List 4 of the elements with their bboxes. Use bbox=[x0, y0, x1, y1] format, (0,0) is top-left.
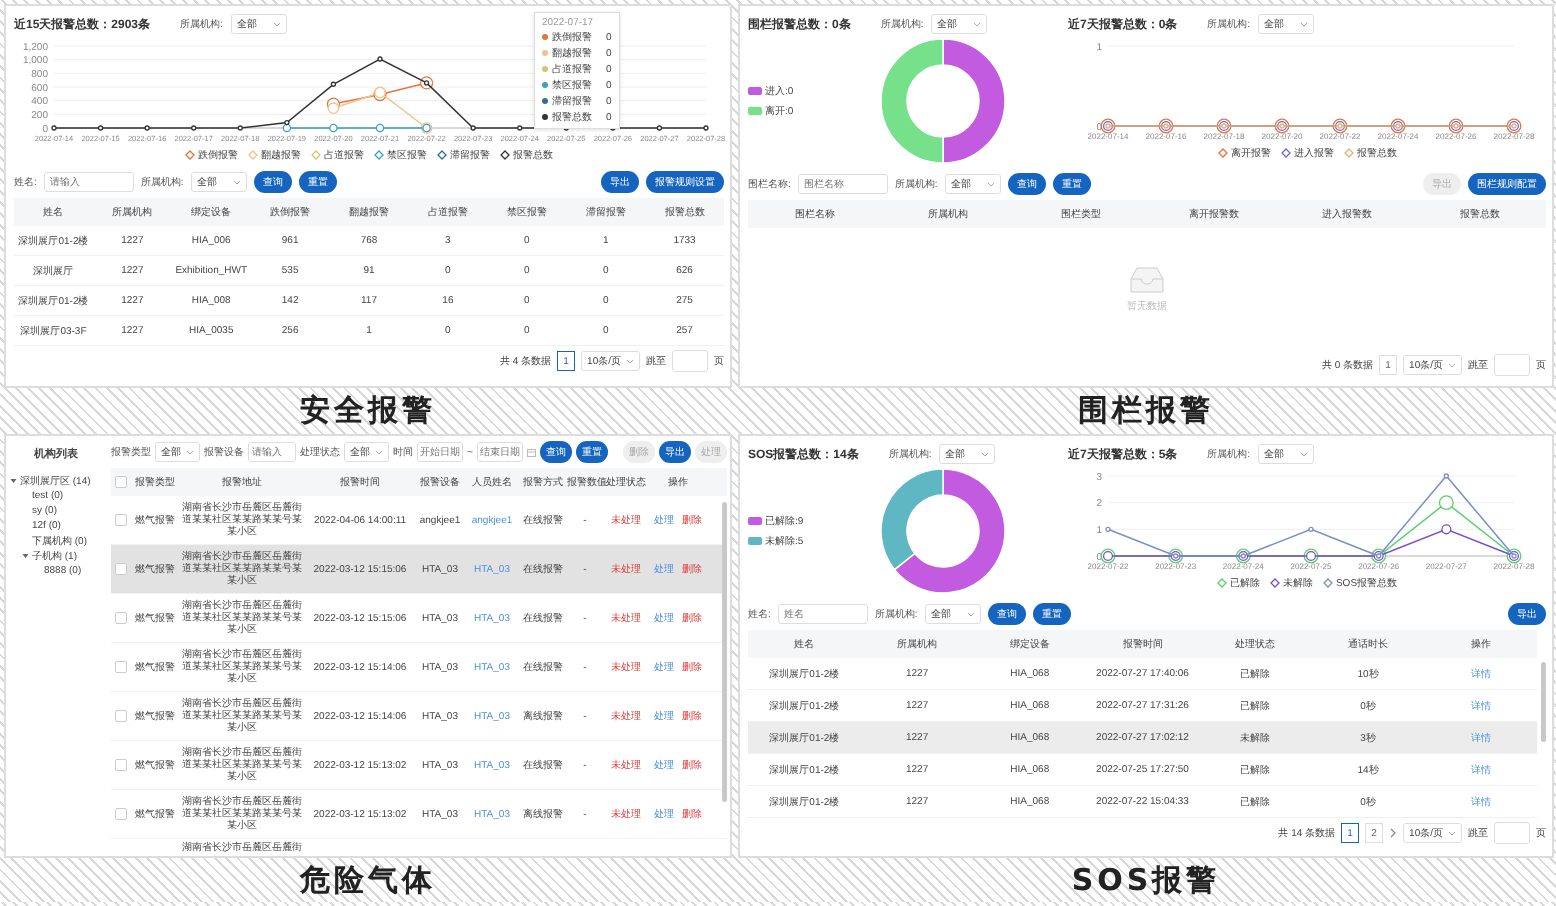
screenshot-caption: 安全报警 bbox=[300, 390, 436, 432]
screenshot-caption: 危险气体 bbox=[300, 860, 436, 902]
screenshot-caption: 围栏报警 bbox=[1078, 390, 1214, 432]
screenshot-caption: SOS报警 bbox=[1071, 860, 1221, 902]
